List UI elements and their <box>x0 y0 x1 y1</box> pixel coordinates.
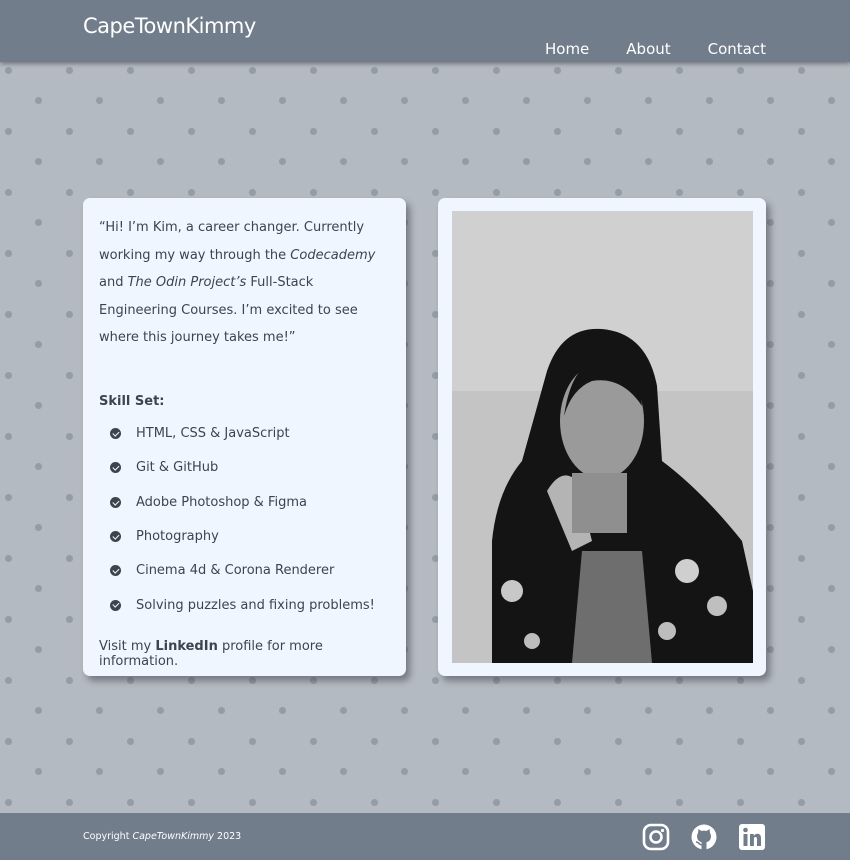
copyright-brand: CapeTownKimmy <box>132 831 215 842</box>
check-circle-icon <box>110 531 121 543</box>
skill-item: Adobe Photoshop & Figma <box>99 485 390 519</box>
check-circle-icon <box>110 565 121 577</box>
linkedin-link[interactable]: LinkedIn <box>155 639 218 654</box>
linkedin-note: Visit my LinkedIn profile for more infor… <box>99 639 406 669</box>
instagram-icon[interactable] <box>642 823 670 851</box>
skill-item: Solving puzzles and fixing problems! <box>99 588 390 622</box>
copyright: Copyright CapeTownKimmy 2023 <box>83 831 241 842</box>
nav-about[interactable]: About <box>626 40 670 58</box>
about-card: “Hi! I’m Kim, a career changer. Currentl… <box>83 198 406 676</box>
skill-item: Cinema 4d & Corona Renderer <box>99 554 390 588</box>
skill-item: HTML, CSS & JavaScript <box>99 417 390 451</box>
intro-quote: “Hi! I’m Kim, a career changer. Currentl… <box>99 214 390 352</box>
check-circle-icon <box>110 462 121 474</box>
skill-label: Photography <box>136 529 219 545</box>
portrait-card <box>438 198 766 676</box>
site-footer: Copyright CapeTownKimmy 2023 <box>0 813 850 860</box>
quote-text: and <box>99 275 128 290</box>
portrait-photo <box>452 211 753 663</box>
skill-label: HTML, CSS & JavaScript <box>136 426 290 442</box>
nav-contact[interactable]: Contact <box>708 40 766 58</box>
copyright-year: 2023 <box>214 831 242 842</box>
linkedin-icon[interactable] <box>738 823 766 851</box>
check-circle-icon <box>110 496 121 508</box>
github-icon[interactable] <box>690 823 718 851</box>
visit-text: Visit my <box>99 639 156 654</box>
skill-label: Git & GitHub <box>136 460 219 476</box>
skill-label: Solving puzzles and fixing problems! <box>136 597 375 613</box>
skill-item: Photography <box>99 519 390 553</box>
quote-odin-project: The Odin Project’s <box>127 275 247 290</box>
check-circle-icon <box>110 428 121 440</box>
skill-item: Git & GitHub <box>99 451 390 485</box>
quote-codecademy: Codecademy <box>290 247 376 263</box>
site-header: CapeTownKimmy Home About Contact <box>0 0 850 62</box>
skills-list: HTML, CSS & JavaScript Git & GitHub Adob… <box>99 417 390 623</box>
portrait-illustration <box>452 211 753 663</box>
skill-label: Cinema 4d & Corona Renderer <box>136 563 335 579</box>
nav-home[interactable]: Home <box>545 40 589 58</box>
site-brand[interactable]: CapeTownKimmy <box>83 14 256 38</box>
copyright-text: Copyright <box>83 831 133 842</box>
main-nav: Home About Contact <box>545 40 766 58</box>
check-circle-icon <box>110 599 121 611</box>
skill-label: Adobe Photoshop & Figma <box>136 494 307 510</box>
skills-title: Skill Set: <box>99 393 165 409</box>
social-links <box>642 823 766 851</box>
